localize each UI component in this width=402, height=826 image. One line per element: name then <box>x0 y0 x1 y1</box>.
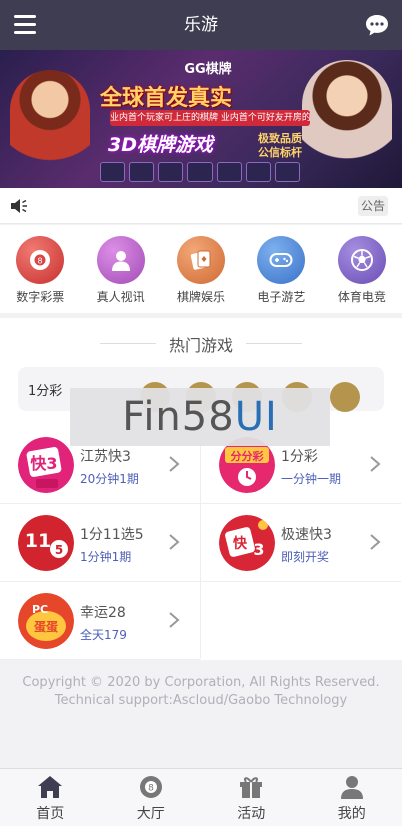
svg-text:蛋蛋: 蛋蛋 <box>34 620 58 634</box>
game-name: 1分11选5 <box>80 527 144 543</box>
notice-bar: 公告 <box>0 188 402 224</box>
tab-home[interactable]: 首页 <box>0 769 101 826</box>
watermark-text: Fin58 <box>122 394 235 440</box>
category-label: 体育电竞 <box>337 290 386 304</box>
game-period: 全天179 <box>80 628 127 642</box>
banner-model-right <box>302 60 392 188</box>
game-item-speed-k3[interactable]: 快 3 极速快3 即刻开奖 <box>201 505 401 582</box>
category-electronic-games[interactable]: 电子游艺 <box>241 225 321 313</box>
category-live-video[interactable]: 真人视讯 <box>80 225 160 313</box>
tab-activity[interactable]: 活动 <box>201 769 302 826</box>
tab-lobby[interactable]: 8 大厅 <box>101 769 202 826</box>
banner-ribbon: 业内首个玩家可上庄的棋牌 业内首个可好友开房的棋牌 <box>110 110 310 126</box>
category-label: 棋牌娱乐 <box>177 290 226 304</box>
banner-tagline: 极致品质 公信标杆 <box>250 132 310 162</box>
gamepad-icon <box>257 236 306 284</box>
soccer-ball-icon <box>337 236 386 284</box>
banner-brand: GG棋牌 <box>184 62 232 77</box>
lottery-name: 1分彩 <box>28 384 63 399</box>
lottery-ball-icon: 8 <box>16 236 65 284</box>
svg-text:快3: 快3 <box>30 454 57 473</box>
banner-tagline-1: 极致品质 <box>258 132 302 145</box>
chevron-right-icon <box>169 612 180 628</box>
lobby-ball-icon: 8 <box>139 776 162 798</box>
svg-text:3: 3 <box>253 540 264 559</box>
pc-egg-icon: PC 蛋蛋 <box>18 593 74 649</box>
category-lottery[interactable]: 8 数字彩票 <box>0 225 80 313</box>
game-period: 即刻开奖 <box>281 550 330 564</box>
tab-label: 首页 <box>36 806 65 822</box>
gift-icon <box>240 777 263 798</box>
bottom-tab-bar: 首页 8 大厅 活动 我的 <box>0 768 402 826</box>
tab-label: 我的 <box>337 806 366 822</box>
banner-tagline-2: 公信标杆 <box>258 146 302 159</box>
cards-icon <box>177 236 226 284</box>
game-period: 1分钟1期 <box>80 550 132 564</box>
hot-games-title: 热门游戏 <box>168 336 233 355</box>
page-title: 乐游 <box>184 15 218 35</box>
banner-model-left <box>10 70 90 188</box>
category-chess-cards[interactable]: 棋牌娱乐 <box>161 225 241 313</box>
footer-copyright: Copyright © 2020 by Corporation, All Rig… <box>0 674 402 710</box>
game-period: 20分钟1期 <box>80 472 139 486</box>
tab-label: 大厅 <box>136 806 165 822</box>
dice-k3-icon: 快 3 <box>219 515 275 571</box>
svg-text:分分彩: 分分彩 <box>231 449 264 463</box>
svg-text:8: 8 <box>38 257 43 266</box>
category-sports-esports[interactable]: 体育电竞 <box>322 225 402 313</box>
banner-headline: 全球首发真实 <box>99 86 232 111</box>
chevron-right-icon <box>370 534 381 550</box>
watermark-text-accent: UI <box>234 394 278 440</box>
banner-subtitle: 3D棋牌游戏 <box>108 134 213 156</box>
result-ball <box>330 382 360 412</box>
promo-banner[interactable]: GG棋牌 全球首发真实 业内首个玩家可上庄的棋牌 业内首个可好友开房的棋牌 3D… <box>0 50 402 188</box>
banner-card-strip <box>100 162 300 182</box>
svg-text:5: 5 <box>55 543 63 557</box>
game-item-lucky-28[interactable]: PC 蛋蛋 幸运28 全天179 <box>0 583 200 660</box>
game-period: 一分钟一期 <box>281 472 342 486</box>
category-label: 数字彩票 <box>16 290 65 304</box>
category-label: 电子游艺 <box>257 290 306 304</box>
game-item-1min-11x5[interactable]: 11 5 1分11选5 1分钟1期 <box>0 505 200 582</box>
chevron-right-icon <box>169 456 180 472</box>
announcement-button[interactable]: 公告 <box>358 196 388 216</box>
category-nav: 8 数字彩票 真人视讯 棋牌娱乐 电子游艺 体育电竞 <box>0 225 402 313</box>
person-icon <box>96 236 145 284</box>
copyright-line: Copyright © 2020 by Corporation, All Rig… <box>22 675 380 690</box>
speaker-icon <box>11 199 27 213</box>
top-header: 乐游 <box>0 0 402 50</box>
chat-icon[interactable] <box>364 12 390 38</box>
chevron-right-icon <box>169 534 180 550</box>
divider <box>246 343 302 344</box>
watermark: Fin58UI <box>70 388 330 446</box>
user-icon <box>340 776 363 799</box>
game-name: 极速快3 <box>281 527 332 543</box>
game-name: 江苏快3 <box>80 449 131 465</box>
category-label: 真人视讯 <box>96 290 145 304</box>
tab-mine[interactable]: 我的 <box>302 769 402 826</box>
svg-text:11: 11 <box>25 530 51 552</box>
dice-k3-icon: 快3 <box>18 437 74 493</box>
svg-text:8: 8 <box>148 784 154 794</box>
tab-label: 活动 <box>237 806 266 822</box>
svg-text:快: 快 <box>233 535 248 552</box>
home-icon <box>38 776 63 798</box>
eleven-five-icon: 11 5 <box>18 515 74 571</box>
svg-text:PC: PC <box>32 603 48 616</box>
game-name: 1分彩 <box>281 449 318 465</box>
game-name: 幸运28 <box>80 605 126 621</box>
support-line: Technical support:Ascloud/Gaobo Technolo… <box>54 693 348 708</box>
chevron-right-icon <box>370 456 381 472</box>
